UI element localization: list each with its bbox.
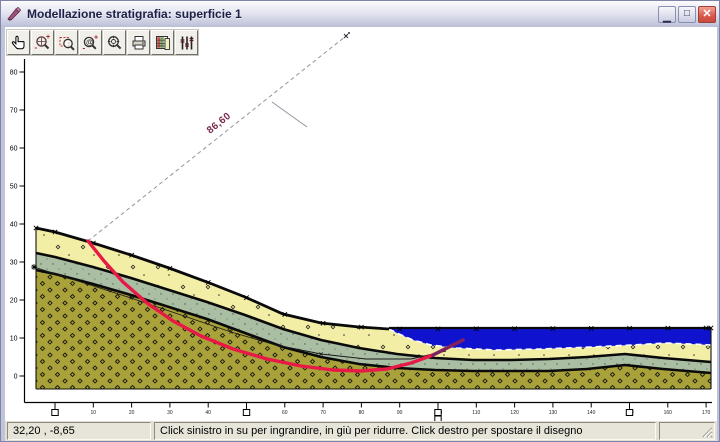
minimize-button[interactable]: ▁	[658, 6, 676, 23]
x-tick-label: 40	[205, 410, 211, 416]
layer-settings-button[interactable]	[175, 30, 198, 55]
svg-text:+: +	[94, 34, 98, 41]
svg-text:@: @	[86, 37, 93, 46]
zoom-window-button[interactable]	[55, 30, 78, 55]
x-tick-label: 120	[510, 410, 519, 416]
resize-grip-icon[interactable]	[700, 425, 713, 438]
y-tick-label: 10	[10, 336, 18, 343]
x-tick-label: 130	[549, 410, 558, 416]
statusbar-hint: Click sinistro in su per ingrandire, in …	[154, 422, 656, 440]
y-tick-label: 80	[10, 70, 18, 77]
measure-endpoint	[348, 32, 350, 34]
stratigraphy-canvas[interactable]: 86,60 80 70 60 50 40 30 20 10 00 10 20 30 40 50 60 70 80 9…	[5, 27, 717, 421]
window-title: Modellazione stratigrafia: superficie 1	[27, 7, 656, 21]
base-point-marker[interactable]	[435, 403, 441, 422]
cursor-coordinates: 32,20 , -8,65	[7, 422, 151, 440]
magnifier-plus-minus-icon: + -	[34, 34, 51, 52]
x-tick-label: 160	[664, 410, 673, 416]
statusbar-corner	[659, 422, 715, 440]
y-tick-label: 20	[10, 298, 18, 305]
x-tick-label: 80	[359, 410, 365, 416]
x-tick-label: 140	[587, 410, 596, 416]
y-tick-label: 60	[10, 146, 18, 153]
svg-text:-: -	[35, 43, 38, 52]
maximize-button[interactable]: □	[678, 6, 696, 23]
zoom-dynamic-button[interactable]: @ + -	[79, 30, 102, 55]
x-tick-label: 110	[472, 410, 480, 416]
x-tick-label: 70	[320, 410, 326, 416]
x-tick-label: 30	[167, 410, 173, 416]
x-tick-label: 10	[91, 410, 97, 416]
layer-colors-button[interactable]	[151, 30, 174, 55]
x-tick-label: 60	[282, 410, 288, 416]
svg-text:-: -	[83, 43, 86, 52]
y-tick-label: 50	[10, 184, 18, 191]
printer-icon	[130, 34, 148, 52]
water-table-marker	[31, 264, 37, 270]
pan-button[interactable]	[7, 30, 30, 55]
measure-cross-tick	[272, 102, 307, 127]
y-axis: 80 70 60 50 40 30 20 10 0	[10, 70, 25, 381]
magnifier-window-icon	[58, 34, 76, 52]
statusbar: 32,20 , -8,65 Click sinistro in su per i…	[5, 421, 717, 441]
app-window: Modellazione stratigrafia: superficie 1 …	[0, 0, 720, 442]
magnifier-at-icon: @ + -	[82, 34, 99, 52]
y-tick-label: 70	[10, 108, 18, 115]
y-tick-label: 30	[10, 260, 18, 267]
color-table-icon	[154, 34, 172, 52]
sliders-icon	[178, 34, 196, 52]
svg-text:+: +	[46, 34, 50, 41]
x-tick-label: 20	[129, 410, 135, 416]
titlebar[interactable]: Modellazione stratigrafia: superficie 1 …	[1, 1, 720, 27]
y-tick-label: 40	[10, 222, 18, 229]
base-point-marker[interactable]	[52, 403, 58, 416]
vertex-marker	[344, 34, 348, 38]
zoom-in-out-button[interactable]: + -	[31, 30, 54, 55]
hand-icon	[10, 34, 27, 52]
x-tick-label: 90	[397, 410, 403, 416]
measure-line[interactable]	[88, 36, 346, 241]
close-button[interactable]: ✕	[698, 6, 716, 23]
x-tick-label: 170	[702, 410, 711, 416]
pen-icon	[6, 6, 22, 22]
x-axis: 0102030405060708090100110120130140150160…	[52, 403, 711, 422]
toolbar: + - @ + -	[7, 30, 198, 55]
measure-length-label: 86,60	[205, 111, 233, 137]
base-point-marker[interactable]	[243, 403, 249, 416]
y-tick-label: 0	[14, 374, 18, 381]
base-point-marker[interactable]	[626, 403, 632, 416]
zoom-extents-button[interactable]	[103, 30, 126, 55]
drawing-area[interactable]: 86,60 80 70 60 50 40 30 20 10 00 10 20 30 40 50 60 70 80 9…	[5, 27, 717, 421]
magnifier-extents-icon	[106, 34, 123, 52]
print-button[interactable]	[127, 30, 150, 55]
